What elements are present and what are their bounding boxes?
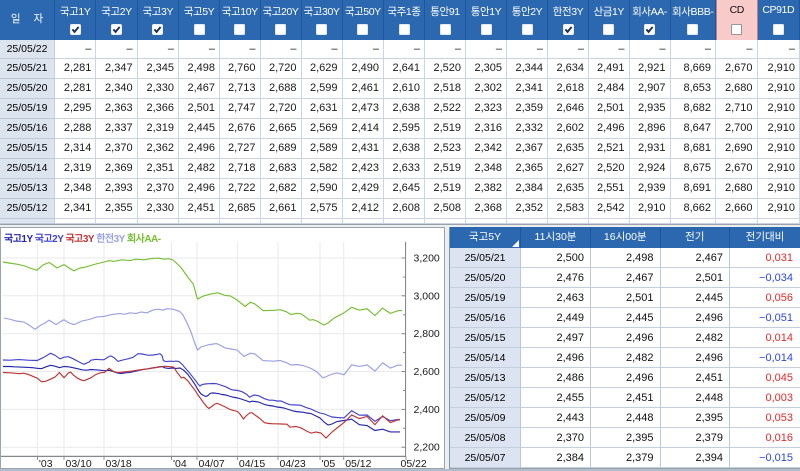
svg-text:03/10: 03/10 xyxy=(66,458,92,469)
svg-text:04/23: 04/23 xyxy=(280,458,306,469)
svg-text:03/18: 03/18 xyxy=(106,458,132,469)
svg-text:05/12: 05/12 xyxy=(345,458,371,469)
svg-text:'05: '05 xyxy=(322,458,336,469)
svg-text:2,200: 2,200 xyxy=(414,442,440,454)
svg-text:'04: '04 xyxy=(173,458,187,469)
svg-text:'03: '03 xyxy=(39,458,53,469)
svg-text:2,600: 2,600 xyxy=(414,366,440,378)
svg-text:3,200: 3,200 xyxy=(414,253,440,265)
svg-text:2,800: 2,800 xyxy=(414,328,440,340)
svg-text:3,000: 3,000 xyxy=(414,290,440,302)
svg-text:05/22: 05/22 xyxy=(401,458,427,469)
svg-text:04/07: 04/07 xyxy=(199,458,225,469)
svg-text:2,400: 2,400 xyxy=(414,404,440,416)
svg-text:04/15: 04/15 xyxy=(239,458,265,469)
